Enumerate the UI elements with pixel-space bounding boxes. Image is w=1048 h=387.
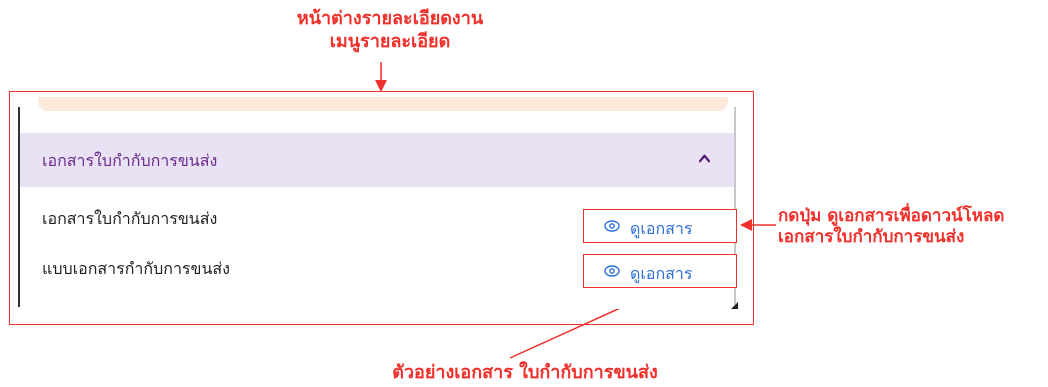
accordion-title: เอกสารใบกำกับการขนส่ง [42, 151, 218, 170]
annotation-top-line2: เมนูรายละเอียด [329, 30, 451, 52]
annotation-top-line1: หน้าต่างรายละเอียดงาน [296, 8, 484, 29]
annotation-detail-window: หน้าต่างรายละเอียดงาน เมนูรายละเอียด [260, 8, 520, 53]
eye-icon [604, 265, 620, 277]
previous-section-strip [38, 97, 728, 111]
annotation-view-document: กดปุ่ม ดูเอกสารเพื่อดาวน์โหลด เอกสารใบกำ… [778, 206, 1048, 249]
view-document-button[interactable]: ดูเอกสาร [583, 209, 737, 243]
annotation-document-example: ตัวอย่างเอกสาร ใบกำกับการขนส่ง [360, 362, 690, 385]
document-item-label: เอกสารใบกำกับการขนส่ง [42, 209, 218, 228]
annotation-right-line1: กดปุ่ม ดูเอกสารเพื่อดาวน์โหลด [778, 206, 1005, 226]
annotation-right-line2: เอกสารใบกำกับการขนส่ง [778, 227, 965, 248]
accordion-header[interactable]: เอกสารใบกำกับการขนส่ง [20, 133, 734, 187]
chevron-up-icon[interactable] [699, 153, 710, 164]
view-document-button[interactable]: ดูเอกสาร [583, 254, 737, 288]
document-item-label: แบบเอกสารกำกับการขนส่ง [42, 259, 230, 278]
view-document-label: ดูเอกสาร [630, 264, 693, 283]
resize-corner [731, 302, 738, 309]
eye-icon [604, 220, 620, 232]
view-document-label: ดูเอกสาร [630, 219, 693, 238]
